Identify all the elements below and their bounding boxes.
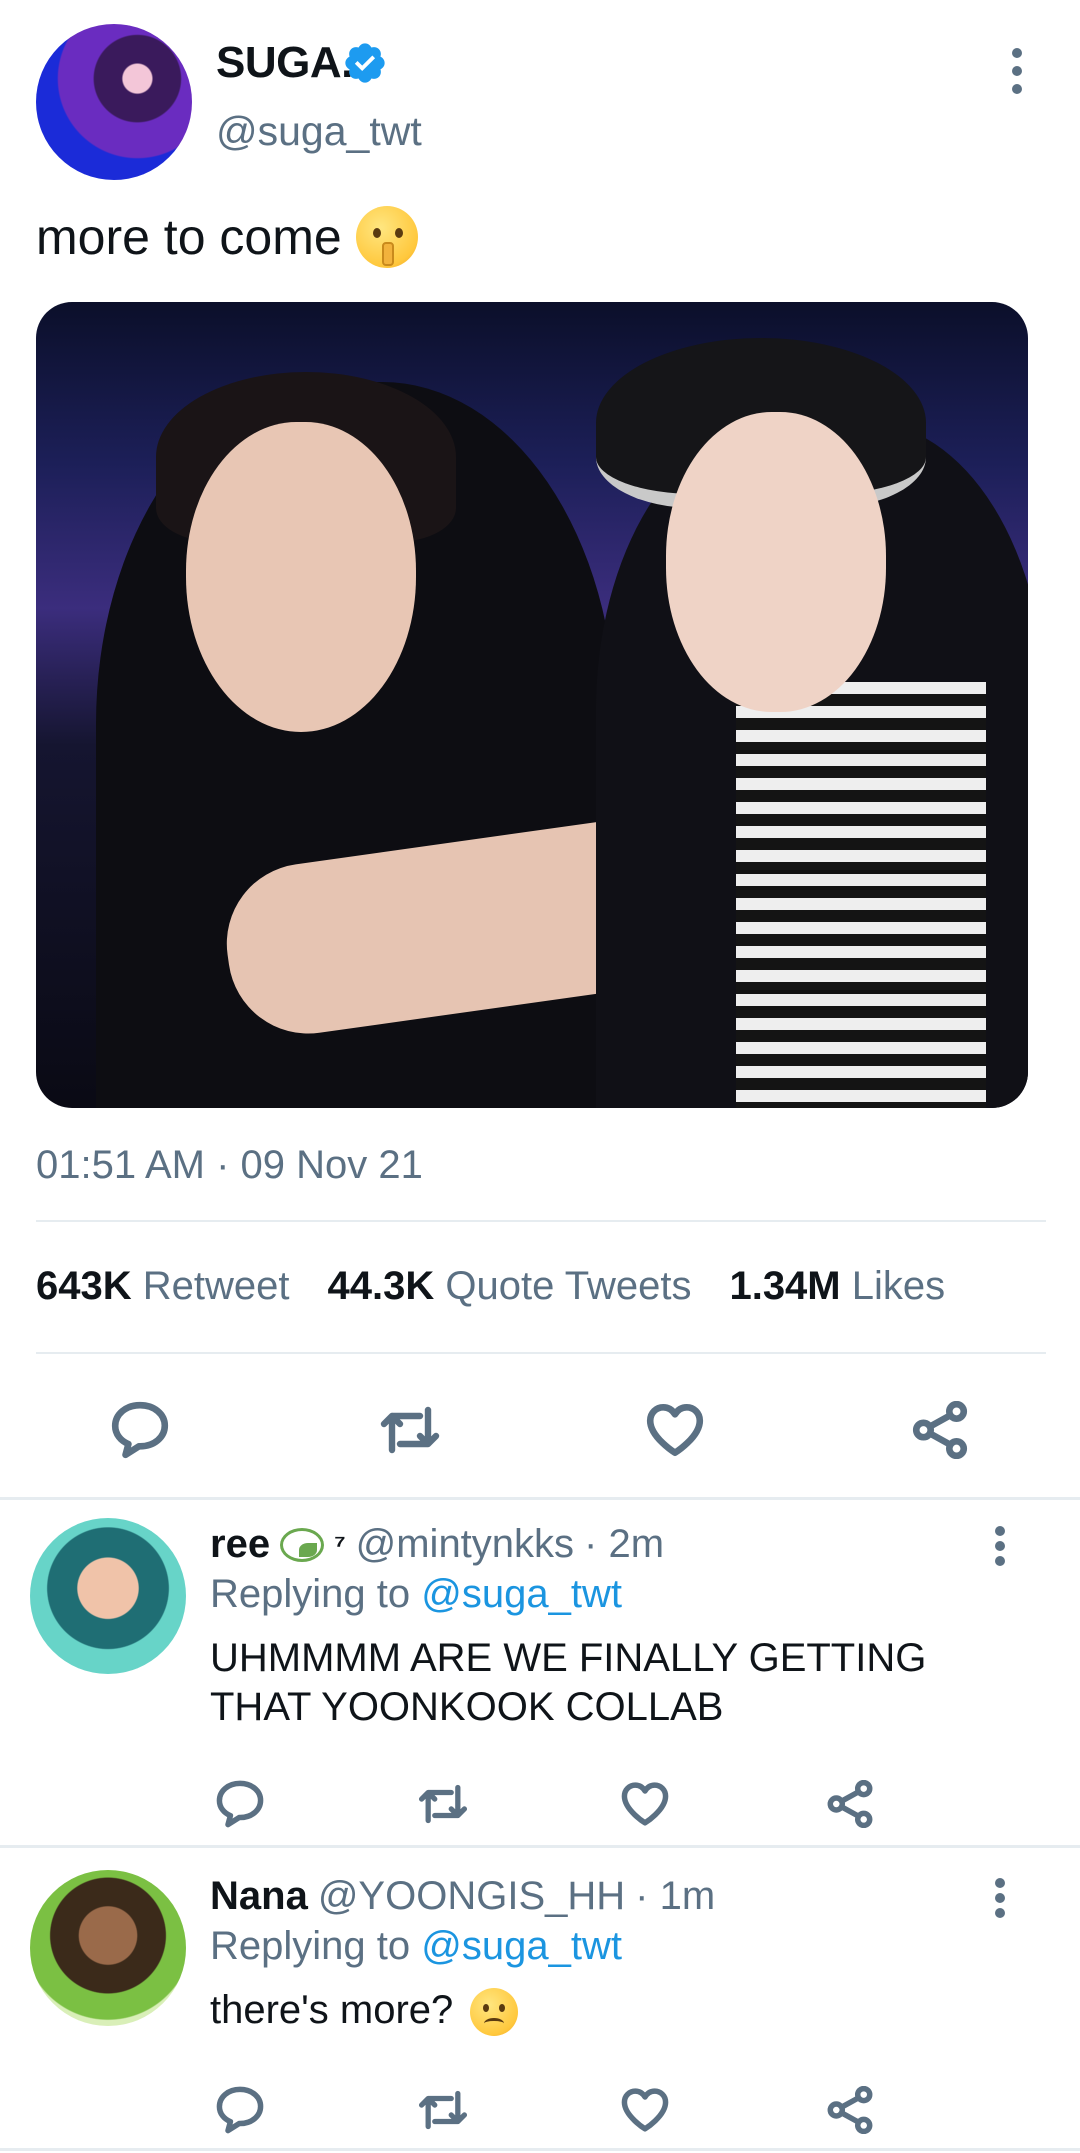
reply-display-name[interactable]: Nana — [210, 1874, 308, 1919]
share-icon[interactable] — [815, 2078, 885, 2142]
more-options-icon[interactable] — [988, 1878, 1012, 1918]
shushing-face-emoji-icon — [355, 206, 418, 268]
author-avatar[interactable] — [36, 24, 192, 180]
reply-header: Nana @YOONGIS_HH · 1m — [210, 1874, 715, 1919]
likes-count[interactable]: 1.34M Likes — [729, 1264, 945, 1309]
reply-icon[interactable] — [205, 1772, 275, 1836]
retweet-count[interactable]: 643K Retweet — [36, 1264, 290, 1309]
retweet-icon[interactable] — [408, 1772, 478, 1836]
reply-display-name[interactable]: ree — [210, 1522, 270, 1567]
reply-icon[interactable] — [100, 1395, 180, 1465]
tweet-timestamp[interactable]: 01:51 AM · 09 Nov 21 — [36, 1143, 423, 1188]
reply-header: ree ⁷ @mintynkks · 2m — [210, 1522, 664, 1567]
like-heart-icon[interactable] — [610, 1772, 680, 1836]
replying-to-mention[interactable]: @suga_twt — [421, 1924, 622, 1968]
tweet-text: more to come — [36, 206, 418, 268]
tweet-stats: 643K Retweet 44.3K Quote Tweets 1.34M Li… — [36, 1264, 945, 1309]
like-heart-icon[interactable] — [635, 1395, 715, 1465]
quote-tweets-count[interactable]: 44.3K Quote Tweets — [328, 1264, 692, 1309]
reply-handle[interactable]: @mintynkks — [356, 1522, 574, 1567]
divider — [36, 1352, 1046, 1354]
replying-to: Replying to @suga_twt — [210, 1572, 622, 1616]
reply-handle[interactable]: @YOONGIS_HH — [318, 1874, 625, 1919]
retweet-icon[interactable] — [408, 2078, 478, 2142]
more-options-icon[interactable] — [1005, 48, 1029, 94]
reply-time: · 1m — [635, 1874, 716, 1918]
thread-divider — [0, 2148, 1080, 2151]
tweet-photo[interactable] — [36, 302, 1028, 1108]
author-handle[interactable]: @suga_twt — [216, 108, 422, 155]
more-options-icon[interactable] — [988, 1526, 1012, 1566]
reply-avatar[interactable] — [30, 1518, 186, 1674]
badge-text: ⁷ — [334, 1528, 346, 1560]
thread-divider — [0, 1845, 1080, 1848]
replying-to: Replying to @suga_twt — [210, 1924, 622, 1968]
frowning-face-emoji-icon — [470, 1988, 519, 2037]
divider — [36, 1220, 1046, 1222]
leaf-icon — [280, 1527, 325, 1562]
share-icon[interactable] — [815, 1772, 885, 1836]
reply-time: · 2m — [584, 1522, 665, 1566]
reply-icon[interactable] — [205, 2078, 275, 2142]
reply-text: UHMMMM ARE WE FINALLY GETTING THAT YOONK… — [210, 1636, 927, 1729]
reply-text: there's more? — [210, 1986, 1030, 2037]
author-display-name[interactable]: SUGA. — [216, 38, 353, 88]
retweet-icon[interactable] — [370, 1395, 450, 1465]
like-heart-icon[interactable] — [610, 2078, 680, 2142]
share-icon[interactable] — [900, 1395, 980, 1465]
tweet-text-content: more to come — [36, 209, 342, 265]
verified-badge-icon — [345, 43, 385, 83]
replying-to-mention[interactable]: @suga_twt — [421, 1572, 622, 1616]
thread-divider — [0, 1497, 1080, 1500]
reply-avatar[interactable] — [30, 1870, 186, 2026]
